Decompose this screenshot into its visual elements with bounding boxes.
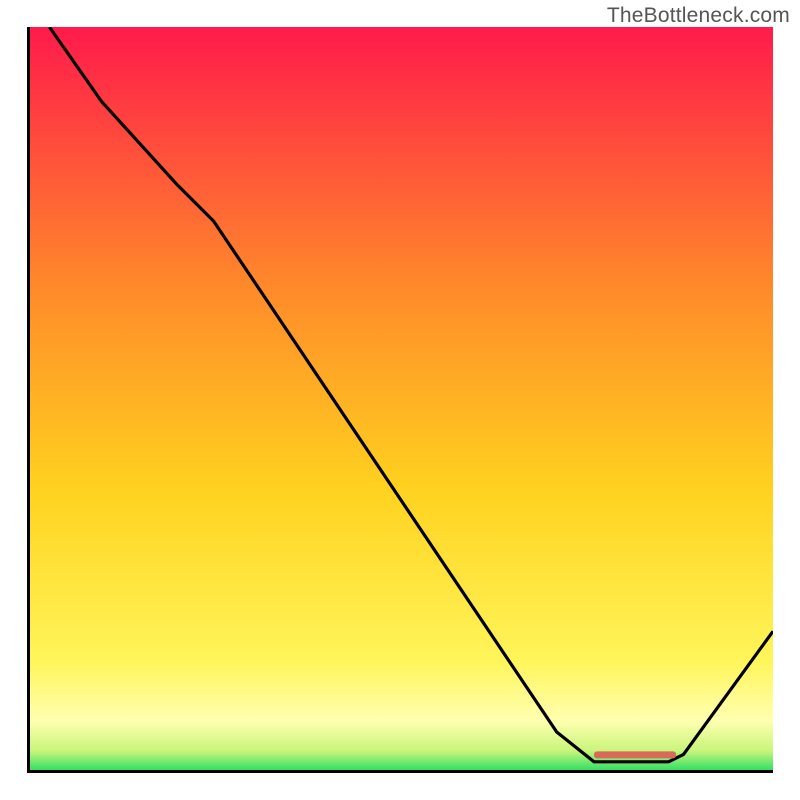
optimal-range-marker — [594, 751, 676, 758]
plot-area — [27, 27, 773, 773]
gradient-background — [27, 27, 773, 773]
watermark-text: TheBottleneck.com — [607, 4, 790, 28]
chart-svg — [27, 27, 773, 773]
chart-container: TheBottleneck.com — [0, 0, 800, 800]
